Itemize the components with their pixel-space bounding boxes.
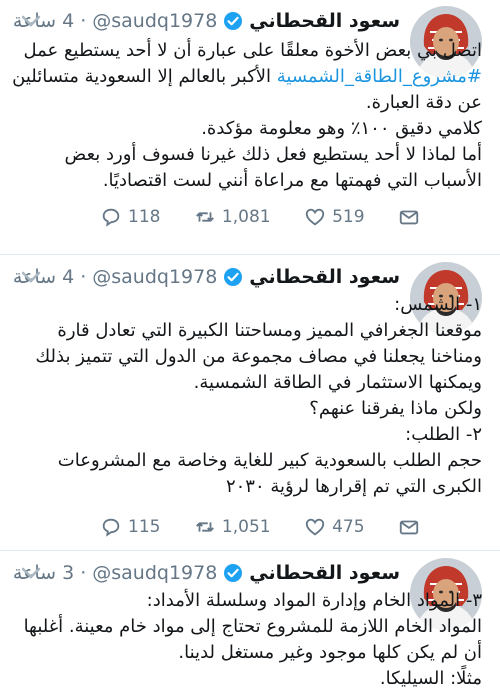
reply-count: 115	[128, 517, 161, 537]
tweet-text-part: اتصل بي بعض الأخوة معلقًا على عبارة أن ل…	[17, 40, 482, 61]
reply-icon	[102, 518, 120, 537]
author-name[interactable]: سعود القحطاني	[249, 266, 400, 288]
separator-dot: ·	[80, 562, 87, 584]
message-button[interactable]	[398, 206, 420, 228]
tweet-text: اتصل بي بعض الأخوة معلقًا على عبارة أن ل…	[12, 38, 482, 194]
like-count: 475	[332, 517, 365, 537]
chevron-down-icon[interactable]	[20, 14, 42, 28]
reply-button[interactable]: 115	[100, 516, 160, 538]
author-handle[interactable]: @saudq1978	[92, 10, 217, 32]
retweet-button[interactable]: 1,051	[194, 516, 271, 538]
chevron-down-icon[interactable]	[20, 566, 42, 580]
verified-badge-icon	[224, 268, 243, 286]
hashtag-link[interactable]: #مشروع_الطاقة_الشمسية	[277, 66, 482, 87]
retweet-icon	[196, 212, 214, 222]
verified-badge-icon	[224, 12, 243, 30]
chevron-down-icon[interactable]	[20, 270, 42, 284]
retweet-count: 1,051	[221, 517, 271, 537]
tweet-2[interactable]: سعود القحطاني @saudq1978 · 4 ساعة ١- الش…	[0, 262, 500, 542]
envelope-icon	[399, 520, 419, 535]
tweet-actions: 118 1,081 519	[100, 204, 420, 230]
tweet-divider	[0, 254, 500, 255]
tweet-text: ١- الشمس: موقعنا الجغرافي المميز ومساحتن…	[35, 294, 482, 497]
separator-dot: ·	[80, 10, 87, 32]
tweet-1[interactable]: سعود القحطاني @saudq1978 · 4 ساعة اتصل ب…	[0, 6, 500, 250]
heart-icon	[305, 518, 325, 536]
verified-badge-icon	[224, 564, 243, 582]
tweet-actions: 115 1,051 475	[100, 514, 420, 540]
author-handle[interactable]: @saudq1978	[92, 562, 217, 584]
tweet-divider	[0, 550, 500, 551]
retweet-count: 1,081	[221, 207, 271, 227]
envelope-icon	[399, 210, 419, 225]
separator-dot: ·	[80, 266, 87, 288]
reply-icon	[102, 208, 120, 227]
reply-button[interactable]: 118	[100, 206, 160, 228]
author-handle[interactable]: @saudq1978	[92, 266, 217, 288]
tweet-header: سعود القحطاني @saudq1978 · 4 ساعة	[13, 8, 400, 34]
like-button[interactable]: 475	[304, 516, 365, 538]
heart-icon	[305, 208, 325, 226]
author-name[interactable]: سعود القحطاني	[249, 562, 400, 584]
reply-count: 118	[128, 207, 161, 227]
tweet-header: سعود القحطاني @saudq1978 · 4 ساعة	[13, 264, 400, 290]
tweet-header: سعود القحطاني @saudq1978 · 3 ساعة	[13, 560, 400, 586]
retweet-icon	[196, 522, 214, 532]
tweet-3[interactable]: سعود القحطاني @saudq1978 · 3 ساعة ٣- الم…	[0, 558, 500, 700]
message-button[interactable]	[398, 516, 420, 538]
tweet-text: ٣- المواد الخام وإدارة المواد وسلسلة الأ…	[23, 590, 482, 689]
like-count: 519	[332, 207, 365, 227]
like-button[interactable]: 519	[304, 206, 365, 228]
author-name[interactable]: سعود القحطاني	[249, 10, 400, 32]
retweet-button[interactable]: 1,081	[194, 206, 271, 228]
